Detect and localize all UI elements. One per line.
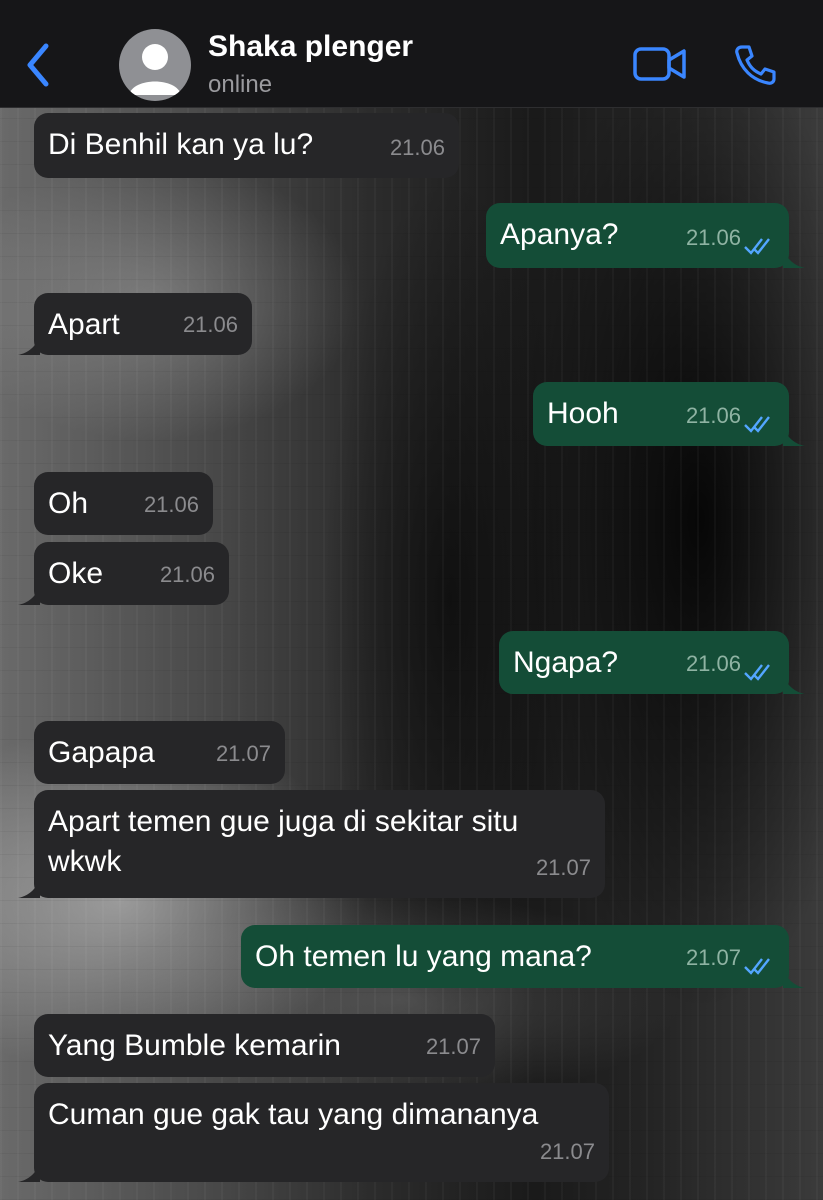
read-receipt-icon <box>744 664 770 681</box>
message-bubble-incoming[interactable]: Apart 21.06 <box>18 293 252 355</box>
message-text: Yang Bumble kemarin <box>48 1029 341 1062</box>
message-bubble-incoming[interactable]: Di Benhil kan ya lu? 21.06 <box>34 113 459 178</box>
message-bubble-incoming[interactable]: Yang Bumble kemarin 21.07 <box>34 1014 495 1077</box>
message-time: 21.06 <box>685 651 741 676</box>
read-receipt-icon <box>744 238 770 255</box>
message-text: Oh <box>48 487 89 520</box>
message-text: Hooh <box>547 397 619 430</box>
video-call-button[interactable] <box>632 44 688 84</box>
message-text: Cuman gue gak tau yang dimananya <box>48 1098 539 1131</box>
message-time: 21.07 <box>535 855 591 880</box>
message-time: 21.06 <box>182 312 238 337</box>
back-button[interactable] <box>20 40 56 90</box>
phone-icon <box>735 45 776 85</box>
message-time: 21.07 <box>539 1139 595 1164</box>
contact-status: online <box>208 71 273 98</box>
message-text: Ngapa? <box>513 646 619 679</box>
message-bubble-incoming[interactable]: Cuman gue gak tau yang dimananya 21.07 <box>18 1083 609 1182</box>
chat-header: Shaka plenger online <box>0 0 823 108</box>
message-time: 21.07 <box>425 1034 481 1059</box>
message-text: Di Benhil kan ya lu? <box>48 128 314 161</box>
message-text: Apanya? <box>500 218 619 251</box>
video-camera-icon <box>633 47 686 81</box>
read-receipt-icon <box>744 958 770 975</box>
message-bubble-outgoing[interactable]: Hooh 21.06 <box>533 382 805 446</box>
bubble-tail <box>18 878 40 898</box>
bubble-tail <box>18 335 40 355</box>
message-time: 21.06 <box>685 225 741 250</box>
bubble-tail <box>783 248 805 268</box>
message-bubble-incoming[interactable]: Oh 21.06 <box>34 472 213 535</box>
read-receipt-icon <box>744 416 770 433</box>
message-bubble-outgoing[interactable]: Apanya? 21.06 <box>486 203 805 268</box>
message-time: 21.06 <box>685 403 741 428</box>
message-bubble-outgoing[interactable]: Ngapa? 21.06 <box>499 631 805 694</box>
message-bubble-incoming[interactable]: Apart temen gue juga di sekitar situ wkw… <box>18 790 605 898</box>
bubble-tail <box>18 585 40 605</box>
message-bubble-incoming[interactable]: Gapapa 21.07 <box>34 721 285 784</box>
message-text: Gapapa <box>48 736 155 769</box>
message-time: 21.07 <box>215 741 271 766</box>
bubble-tail <box>783 968 805 988</box>
message-text: Oh temen lu yang mana? <box>255 940 592 973</box>
contact-name[interactable]: Shaka plenger <box>208 30 413 64</box>
message-bubble-incoming[interactable]: Oke 21.06 <box>18 542 229 605</box>
chevron-left-icon <box>27 43 49 87</box>
default-avatar-icon <box>129 44 181 95</box>
bubble-tail <box>783 674 805 694</box>
message-text: Oke <box>48 557 104 590</box>
message-time: 21.06 <box>143 492 199 517</box>
message-text: Apart temen gue juga di sekitar situ wkw… <box>48 805 519 878</box>
message-text: Apart <box>48 308 120 341</box>
message-time: 21.06 <box>389 135 445 160</box>
message-time: 21.06 <box>159 562 215 587</box>
voice-call-button[interactable] <box>733 42 777 86</box>
message-time: 21.07 <box>685 945 741 970</box>
bubble-tail <box>18 1162 40 1182</box>
message-bubble-outgoing[interactable]: Oh temen lu yang mana? 21.07 <box>241 925 805 988</box>
bubble-tail <box>783 426 805 446</box>
contact-avatar[interactable] <box>119 29 191 101</box>
